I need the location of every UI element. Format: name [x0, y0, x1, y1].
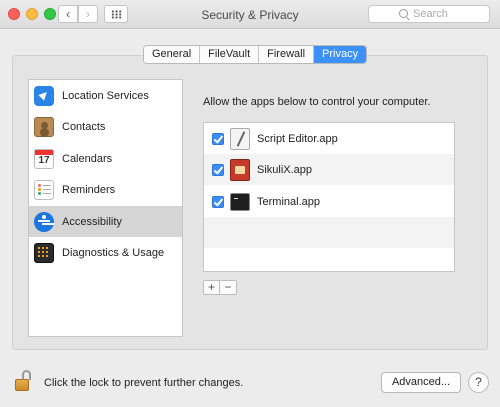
sidebar-item-reminders[interactable]: Reminders [29, 174, 182, 205]
title-bar: ‹ › Security & Privacy Search [0, 0, 500, 29]
calendar-icon-date: 17 [38, 154, 50, 166]
search-input[interactable]: Search [368, 5, 490, 23]
search-placeholder: Search [413, 8, 448, 20]
app-label: Script Editor.app [257, 132, 338, 145]
lock-status-text: Click the lock to prevent further change… [44, 377, 244, 389]
tab-filevault[interactable]: FileVault [200, 46, 260, 63]
empty-row [204, 217, 454, 248]
add-remove-control: + − [203, 280, 237, 295]
app-checkbox[interactable] [212, 195, 224, 208]
add-app-button[interactable]: + [204, 281, 220, 294]
remove-app-button[interactable]: − [220, 281, 236, 294]
sidebar-item-label: Accessibility [62, 215, 122, 228]
terminal-icon [230, 192, 250, 211]
advanced-button[interactable]: Advanced... [381, 372, 461, 393]
sidebar-item-label: Location Services [62, 89, 149, 102]
sidebar-item-label: Diagnostics & Usage [62, 246, 165, 259]
sikulix-icon [230, 158, 250, 181]
accessibility-icon [34, 211, 54, 232]
calendar-icon: 17 [34, 148, 54, 169]
tab-general[interactable]: General [144, 46, 201, 63]
help-button[interactable]: ? [468, 372, 489, 393]
script-editor-icon [230, 127, 250, 150]
app-list: Script Editor.app SikuliX.app Terminal.a… [203, 122, 455, 272]
tab-firewall[interactable]: Firewall [259, 46, 315, 63]
contacts-book-icon [34, 116, 54, 137]
tab-privacy[interactable]: Privacy [314, 46, 367, 63]
reminders-list-icon [34, 179, 54, 200]
sidebar-item-label: Reminders [62, 183, 116, 196]
app-label: SikuliX.app [257, 163, 313, 176]
app-row-terminal[interactable]: Terminal.app [204, 186, 454, 217]
sidebar-item-label: Contacts [62, 120, 106, 133]
app-label: Terminal.app [257, 195, 320, 208]
privacy-category-list: Location Services Contacts 17 Calendars … [28, 79, 183, 337]
instruction-text: Allow the apps below to control your com… [203, 96, 431, 108]
lock-icon[interactable] [15, 370, 33, 392]
location-arrow-icon [34, 85, 54, 106]
diagnostics-grid-icon [34, 242, 54, 263]
app-checkbox[interactable] [212, 132, 224, 145]
empty-row [204, 248, 454, 271]
app-checkbox[interactable] [212, 163, 224, 176]
sidebar-item-calendars[interactable]: 17 Calendars [29, 143, 182, 174]
sidebar-item-location-services[interactable]: Location Services [29, 80, 182, 111]
sidebar-item-contacts[interactable]: Contacts [29, 111, 182, 142]
sidebar-item-label: Calendars [62, 152, 113, 165]
sidebar-item-accessibility[interactable]: Accessibility [29, 206, 182, 237]
sidebar-item-diagnostics-usage[interactable]: Diagnostics & Usage [29, 237, 182, 268]
app-row-script-editor[interactable]: Script Editor.app [204, 123, 454, 154]
app-row-sikulix[interactable]: SikuliX.app [204, 154, 454, 185]
tab-bar: General FileVault Firewall Privacy [143, 45, 368, 64]
search-icon [399, 9, 408, 18]
